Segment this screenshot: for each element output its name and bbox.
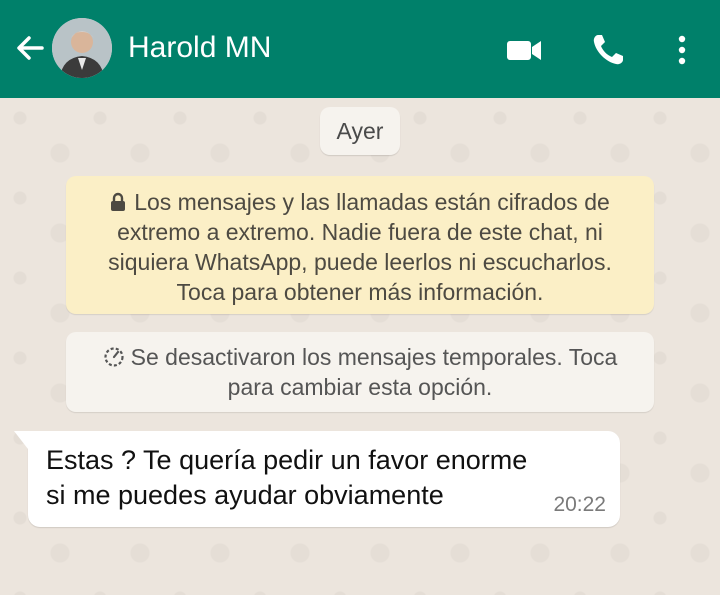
video-call-icon[interactable] <box>504 30 544 70</box>
avatar[interactable] <box>52 18 112 78</box>
more-options-icon[interactable] <box>662 30 702 70</box>
bubble-tail <box>14 431 28 449</box>
back-arrow-icon[interactable] <box>12 30 48 66</box>
message-line-1: Estas ? Te quería pedir un favor enorme <box>46 445 528 475</box>
chat-area[interactable]: Ayer Los mensajes y las llamadas están c… <box>0 98 720 595</box>
date-chip: Ayer <box>320 107 400 155</box>
encryption-notice-line-3: siquiera WhatsApp, puede leerlos ni escu… <box>108 249 612 275</box>
temporary-messages-notice[interactable]: Se desactivaron los mensajes temporales.… <box>66 332 654 412</box>
temporary-notice-text-1: Se desactivaron los mensajes temporales.… <box>130 344 618 370</box>
contact-name[interactable]: Harold MN <box>128 28 271 68</box>
message-line-2: si me puedes ayudar obviamente <box>46 480 444 510</box>
avatar-photo <box>52 18 112 78</box>
message-bubble[interactable]: Estas ? Te quería pedir un favor enorme … <box>14 431 620 527</box>
encryption-notice-line-2: extremo a extremo. Nadie fuera de este c… <box>117 219 603 245</box>
lock-icon <box>111 192 126 211</box>
chat-header: Harold MN <box>0 0 720 98</box>
voice-call-icon[interactable] <box>588 30 628 70</box>
temporary-notice-line-1: Se desactivaron los mensajes temporales.… <box>74 342 646 372</box>
timer-icon <box>104 347 124 367</box>
message-text: Estas ? Te quería pedir un favor enorme … <box>46 443 546 513</box>
encryption-notice-text-1: Los mensajes y las llamadas están cifrad… <box>134 189 610 215</box>
encryption-notice-line-1: Los mensajes y las llamadas están cifrad… <box>76 187 644 217</box>
temporary-notice-line-2: para cambiar esta opción. <box>227 374 493 400</box>
message-time: 20:22 <box>553 493 606 516</box>
encryption-notice-line-4: Toca para obtener más información. <box>176 279 544 305</box>
encryption-notice[interactable]: Los mensajes y las llamadas están cifrad… <box>66 176 654 314</box>
